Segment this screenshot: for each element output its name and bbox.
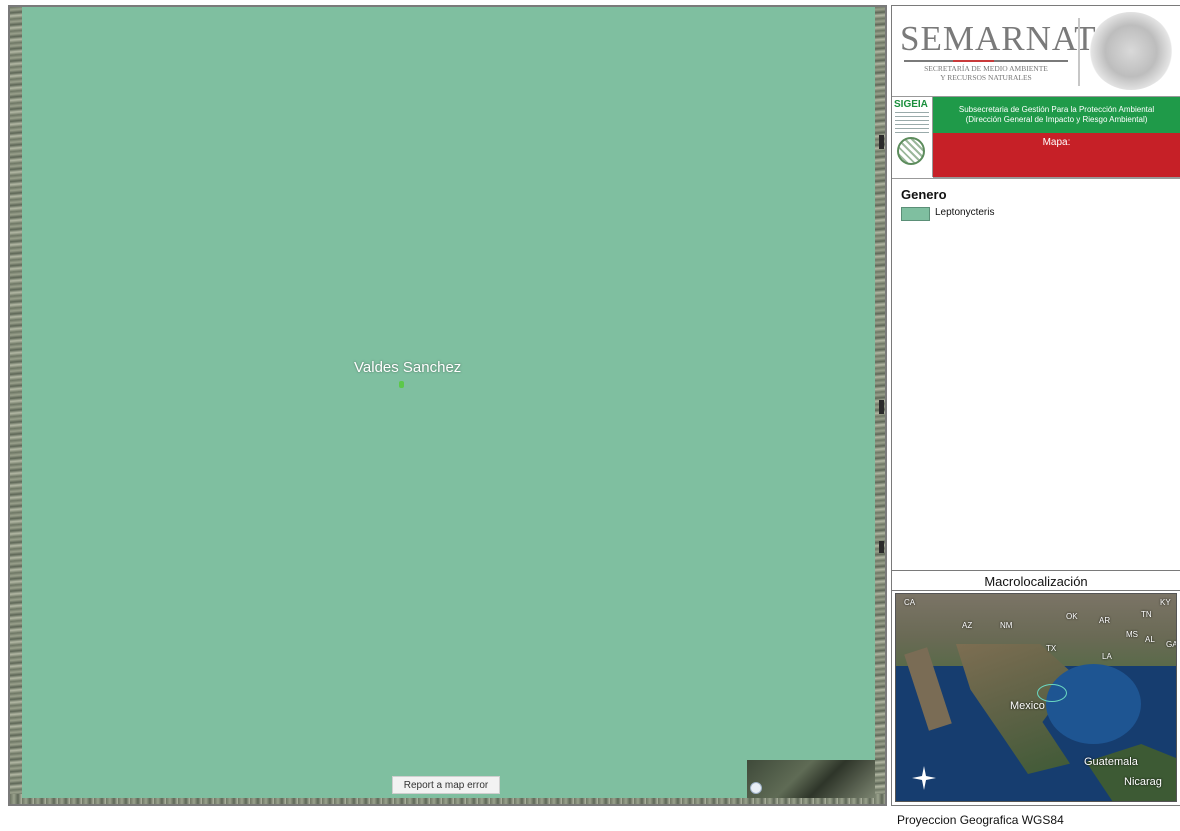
state-label-la: LA xyxy=(1102,652,1112,661)
semarnat-subtitle: SECRETARÍA DE MEDIO AMBIENTE Y RECURSOS … xyxy=(900,64,1072,82)
logo-divider xyxy=(1078,18,1080,86)
place-label: Valdes Sanchez xyxy=(354,359,462,376)
map-edge-mark xyxy=(879,541,884,553)
leptonycteris-range-polygon[interactable] xyxy=(22,7,875,760)
location-pin-icon xyxy=(750,782,762,794)
state-label-ga: GA xyxy=(1166,640,1177,649)
macrolocalizacion-header: Macrolocalización xyxy=(892,570,1180,591)
state-label-tx: TX xyxy=(1046,644,1057,653)
subsecretaria-line-1: Subsecretaria de Gestión Para la Protecc… xyxy=(958,105,1155,114)
gulf-of-mexico xyxy=(1046,664,1141,744)
state-label-ca: CA xyxy=(904,598,916,607)
macrolocalizacion-map[interactable]: CA AZ NM TX OK AR TN MS AL GA KY LA Mexi… xyxy=(895,593,1177,802)
semarnat-header: SEMARNAT SECRETARÍA DE MEDIO AMBIENTE Y … xyxy=(892,6,1180,97)
satellite-imagery-left xyxy=(10,7,22,804)
north-arrow-icon xyxy=(912,766,936,790)
report-map-error-button[interactable]: Report a map error xyxy=(392,776,500,794)
satellite-corner-thumbnail xyxy=(747,760,875,798)
map-edge-mark xyxy=(879,135,884,149)
macrolocalizacion-title: Macrolocalización xyxy=(984,574,1088,589)
place-marker[interactable] xyxy=(399,381,404,388)
map-info-panel: SEMARNAT SECRETARÍA DE MEDIO AMBIENTE Y … xyxy=(891,5,1180,806)
state-label-ky: KY xyxy=(1160,598,1171,607)
state-label-az: AZ xyxy=(962,621,973,630)
projection-label: Proyeccion Geografica WGS84 xyxy=(897,813,1064,827)
legend-item-label: Leptonycteris xyxy=(935,207,995,218)
mapa-label: Mapa: xyxy=(1042,137,1071,148)
subtitle-line-2: Y RECURSOS NATURALES xyxy=(940,73,1032,82)
subsecretaria-line-2: (Dirección General de Impacto y Riesgo A… xyxy=(965,115,1148,124)
legend: Genero Leptonycteris xyxy=(892,178,1180,571)
state-label-al: AL xyxy=(1145,635,1155,644)
land-central-america xyxy=(1086,744,1176,801)
country-label-guatemala: Guatemala xyxy=(1084,756,1138,768)
state-label-ar: AR xyxy=(1099,616,1111,625)
globe-icon xyxy=(897,137,925,165)
main-map[interactable]: Valdes Sanchez Report a map error xyxy=(8,5,887,806)
sigeia-logo: SIGEIA xyxy=(892,97,933,177)
state-label-ok: OK xyxy=(1066,612,1078,621)
subtitle-line-1: SECRETARÍA DE MEDIO AMBIENTE xyxy=(924,64,1048,73)
sigeia-small-text xyxy=(895,111,929,133)
logo-rule xyxy=(904,60,1068,62)
map-title-banner: Mapa: xyxy=(933,133,1180,178)
country-label-mexico: Mexico xyxy=(1010,700,1045,712)
state-label-ms: MS xyxy=(1126,630,1138,639)
legend-title: Genero xyxy=(901,187,947,202)
national-seal-icon xyxy=(1089,12,1173,90)
legend-swatch xyxy=(901,207,930,221)
map-edge-mark xyxy=(879,400,884,414)
sigeia-label: SIGEIA xyxy=(894,99,928,110)
country-label-nicaragua: Nicarag xyxy=(1124,776,1162,788)
state-label-nm: NM xyxy=(1000,621,1013,630)
subsecretaria-banner: Subsecretaria de Gestión Para la Protecc… xyxy=(933,97,1180,133)
leptonycteris-range-polygon-bottom[interactable] xyxy=(22,760,747,798)
state-label-tn: TN xyxy=(1141,610,1152,619)
semarnat-logo: SEMARNAT xyxy=(900,19,1097,58)
